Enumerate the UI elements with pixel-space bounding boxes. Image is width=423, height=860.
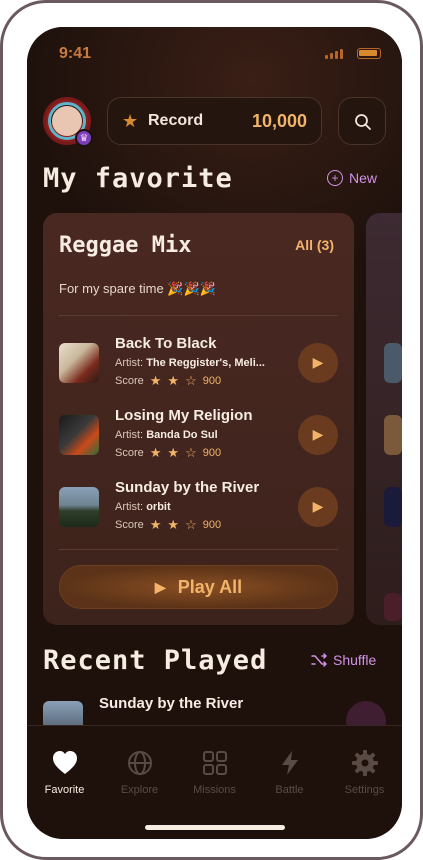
playlist-card[interactable]: Reggae Mix All (3) For my spare time 🎉🎉🎉… <box>43 213 354 625</box>
add-circle-icon: + <box>327 170 343 186</box>
track-artist: Artist: Banda Do Sul <box>115 429 218 441</box>
star-filled-icon: ★ <box>167 445 180 460</box>
track-name: Sunday by the River <box>115 479 260 496</box>
recent-track-name: Sunday by the River <box>99 695 244 712</box>
play-icon: ▶ <box>154 578 166 595</box>
record-value: 10,000 <box>251 111 307 131</box>
playlist-title: Reggae Mix <box>59 233 192 258</box>
list-item[interactable]: Sunday by the River <box>43 695 386 725</box>
tab-bar: Favorite Explore Missions Battle Setting… <box>27 725 402 839</box>
star-outline-icon: ☆ <box>185 517 197 532</box>
track-row[interactable]: Losing My Religion Artist: Banda Do Sul … <box>59 407 338 463</box>
new-button[interactable]: + New <box>327 170 377 186</box>
home-indicator[interactable] <box>145 825 285 830</box>
play-button[interactable] <box>346 701 386 725</box>
record-card[interactable]: ★ Record 10,000 <box>107 97 322 145</box>
status-time: 9:41 <box>59 45 92 62</box>
gear-icon <box>351 750 378 776</box>
star-outline-icon: ☆ <box>185 445 197 460</box>
play-button[interactable]: ▶ <box>298 487 338 527</box>
star-filled-icon: ★ <box>149 517 162 532</box>
track-artist: Artist: orbit <box>115 501 171 513</box>
playlist-all-link[interactable]: All (3) <box>295 237 334 253</box>
star-filled-icon: ★ <box>149 445 162 460</box>
search-button[interactable] <box>338 97 386 145</box>
play-icon: ▶ <box>312 499 324 515</box>
play-button[interactable]: ▶ <box>298 343 338 383</box>
album-cover <box>59 487 99 527</box>
shuffle-label: Shuffle <box>333 652 377 668</box>
battery-icon <box>357 48 381 59</box>
phone-frame: 9:41 ♛ ★ Record 10,000 My favorite + New… <box>0 0 423 860</box>
grid-icon <box>202 751 227 775</box>
record-label: Record <box>148 112 204 129</box>
star-filled-icon: ★ <box>167 373 180 388</box>
track-row[interactable]: Back To Black Artist: The Reggister's, M… <box>59 335 338 391</box>
tab-explore[interactable]: Explore <box>102 748 177 796</box>
play-icon: ▶ <box>312 427 324 443</box>
play-all-button[interactable]: ▶ Play All <box>59 565 338 609</box>
play-all-label: Play All <box>177 576 243 597</box>
status-bar: 9:41 <box>27 27 402 83</box>
signal-icon <box>325 49 343 59</box>
search-icon <box>355 114 371 130</box>
album-cover <box>59 415 99 455</box>
track-row[interactable]: Sunday by the River Artist: orbit Score … <box>59 479 338 535</box>
divider <box>59 549 338 550</box>
track-score: Score ★ ★ ☆ 900 <box>115 445 222 460</box>
lightning-icon <box>281 751 298 775</box>
track-score: Score ★ ★ ☆ 900 <box>115 517 222 532</box>
album-cover <box>43 701 83 725</box>
recent-title: Recent Played <box>43 645 268 676</box>
star-icon: ★ <box>122 111 139 132</box>
playlist-subtitle: For my spare time 🎉🎉🎉 <box>59 281 216 296</box>
star-outline-icon: ☆ <box>185 373 197 388</box>
track-name: Back To Black <box>115 335 217 352</box>
star-filled-icon: ★ <box>149 373 162 388</box>
play-icon: ▶ <box>312 355 324 371</box>
tab-battle[interactable]: Battle <box>252 748 327 796</box>
shuffle-button[interactable]: Shuffle <box>311 652 376 668</box>
next-playlist-card[interactable] <box>366 213 402 625</box>
heart-icon <box>52 751 77 774</box>
divider <box>59 315 338 316</box>
play-button[interactable]: ▶ <box>298 415 338 455</box>
star-filled-icon: ★ <box>167 517 180 532</box>
tab-missions[interactable]: Missions <box>177 748 252 796</box>
app-screen: 9:41 ♛ ★ Record 10,000 My favorite + New… <box>27 27 402 839</box>
tab-settings[interactable]: Settings <box>327 748 402 796</box>
tab-favorite[interactable]: Favorite <box>27 748 102 796</box>
track-artist: Artist: The Reggister's, Meli... <box>115 357 265 369</box>
track-name: Losing My Religion <box>115 407 253 424</box>
shuffle-icon <box>311 653 327 667</box>
album-cover <box>59 343 99 383</box>
crown-icon: ♛ <box>75 129 93 147</box>
globe-icon <box>127 751 152 775</box>
track-score: Score ★ ★ ☆ 900 <box>115 373 222 388</box>
favorites-title: My favorite <box>43 163 233 194</box>
new-label: New <box>349 170 378 186</box>
